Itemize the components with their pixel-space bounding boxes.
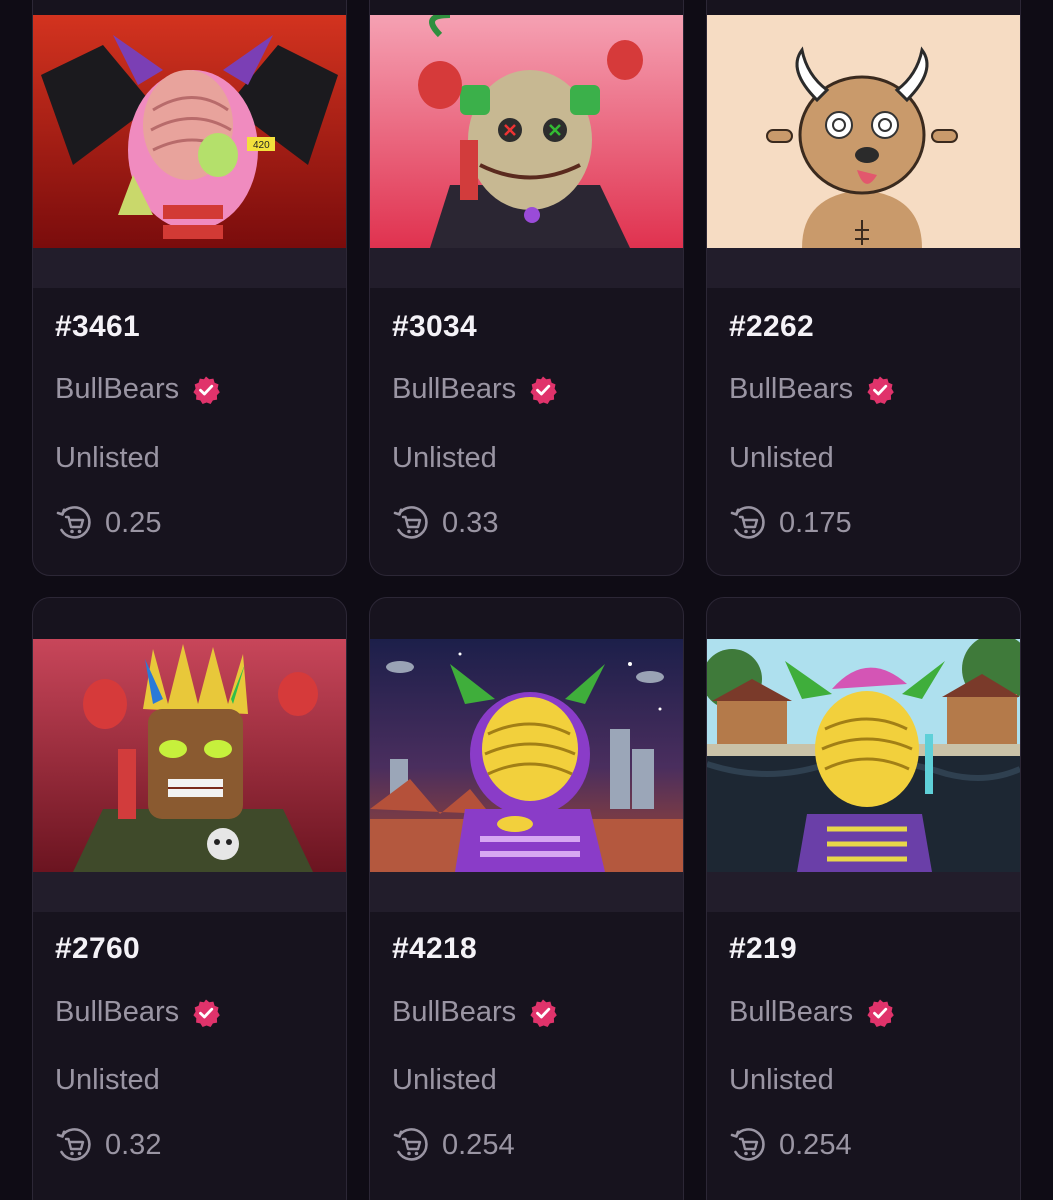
nft-image (707, 15, 1020, 248)
collection-row[interactable]: BullBears (729, 373, 895, 406)
nft-card[interactable]: #219 BullBears Unlisted 0.254 (706, 597, 1021, 1200)
art-tag: 420 (253, 140, 270, 151)
collection-name: BullBears (729, 373, 854, 405)
collection-row[interactable]: BullBears (55, 996, 221, 1029)
collection-row[interactable]: BullBears (729, 996, 895, 1029)
price-value: 0.33 (442, 506, 499, 539)
cart-refresh-icon (729, 504, 767, 542)
listing-status: Unlisted (392, 442, 497, 474)
nft-card[interactable]: 420 #3461 BullBears Unlisted 0.25 (32, 0, 347, 576)
collection-name: BullBears (392, 996, 517, 1028)
listing-status: Unlisted (392, 1064, 497, 1096)
price-row: 0.32 (55, 1126, 161, 1164)
collection-name: BullBears (729, 996, 854, 1028)
price-value: 0.25 (105, 506, 162, 539)
listing-status: Unlisted (55, 442, 160, 474)
nft-image: 420 (33, 15, 346, 248)
cart-refresh-icon (392, 1126, 430, 1164)
token-id: #3461 (55, 310, 140, 343)
price-value: 0.254 (779, 1128, 852, 1161)
verified-badge-icon (191, 998, 221, 1028)
verified-badge-icon (528, 998, 558, 1028)
verified-badge-icon (865, 998, 895, 1028)
listing-status: Unlisted (729, 442, 834, 474)
token-id: #4218 (392, 932, 477, 965)
nft-card[interactable]: #3034 BullBears Unlisted 0.33 (369, 0, 684, 576)
collection-row[interactable]: BullBears (392, 373, 558, 406)
price-value: 0.254 (442, 1128, 515, 1161)
price-row: 0.25 (55, 504, 161, 542)
token-id: #2760 (55, 932, 140, 965)
price-value: 0.175 (779, 506, 852, 539)
nft-image (370, 15, 683, 248)
verified-badge-icon (865, 375, 895, 405)
collection-name: BullBears (392, 373, 517, 405)
cart-refresh-icon (392, 504, 430, 542)
collection-name: BullBears (55, 373, 180, 405)
token-id: #2262 (729, 310, 814, 343)
token-id: #3034 (392, 310, 477, 343)
price-row: 0.254 (392, 1126, 515, 1164)
collection-name: BullBears (55, 996, 180, 1028)
collection-row[interactable]: BullBears (55, 373, 221, 406)
nft-image (707, 639, 1020, 872)
listing-status: Unlisted (729, 1064, 834, 1096)
token-id: #219 (729, 932, 797, 965)
cart-refresh-icon (729, 1126, 767, 1164)
nft-card[interactable]: #2262 BullBears Unlisted 0.175 (706, 0, 1021, 576)
cart-refresh-icon (55, 1126, 93, 1164)
price-row: 0.33 (392, 504, 498, 542)
price-row: 0.175 (729, 504, 852, 542)
price-row: 0.254 (729, 1126, 852, 1164)
price-value: 0.32 (105, 1128, 162, 1161)
nft-card[interactable]: #4218 BullBears Unlisted 0.254 (369, 597, 684, 1200)
nft-image (370, 639, 683, 872)
listing-status: Unlisted (55, 1064, 160, 1096)
verified-badge-icon (191, 375, 221, 405)
collection-row[interactable]: BullBears (392, 996, 558, 1029)
nft-card[interactable]: #2760 BullBears Unlisted 0.32 (32, 597, 347, 1200)
nft-image (33, 639, 346, 872)
nft-grid: 420 #3461 BullBears Unlisted 0.25 #3034 … (0, 0, 1053, 1200)
verified-badge-icon (528, 375, 558, 405)
cart-refresh-icon (55, 504, 93, 542)
